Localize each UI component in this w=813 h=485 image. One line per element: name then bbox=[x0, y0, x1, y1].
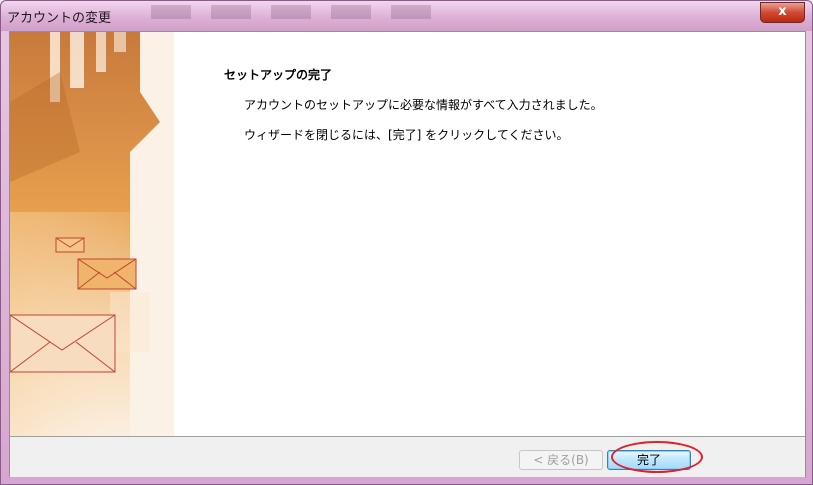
envelope-icon bbox=[10, 314, 116, 373]
close-button[interactable]: x bbox=[760, 2, 805, 23]
dialog-window: アカウントの変更 x セットアップの完了 アカウントのセットアップに必要な情報が… bbox=[0, 0, 813, 485]
wizard-client-area: セットアップの完了 アカウントのセットアップに必要な情報がすべて入力されました。… bbox=[9, 31, 806, 477]
back-button-label: < 戻る(B) bbox=[533, 453, 589, 467]
title-bar[interactable]: アカウントの変更 x bbox=[1, 1, 812, 31]
wizard-side-image bbox=[10, 32, 174, 436]
side-panel-art bbox=[10, 32, 174, 436]
back-button[interactable]: < 戻る(B) bbox=[519, 450, 603, 470]
info-text-complete: アカウントのセットアップに必要な情報がすべて入力されました。 bbox=[244, 98, 603, 112]
finish-button-label: 完了 bbox=[636, 453, 661, 467]
finish-button[interactable]: 完了 bbox=[607, 450, 691, 470]
info-text-instruction: ウィザードを閉じるには、[完了] をクリックしてください。 bbox=[244, 128, 569, 142]
envelope-icon bbox=[55, 237, 85, 253]
close-icon: x bbox=[778, 4, 787, 19]
page-title: セットアップの完了 bbox=[224, 68, 333, 82]
button-bar: < 戻る(B) 完了 bbox=[10, 436, 805, 477]
window-title: アカウントの変更 bbox=[7, 11, 112, 26]
envelope-icon bbox=[77, 258, 137, 290]
background-taskbar-ghost bbox=[151, 5, 441, 19]
